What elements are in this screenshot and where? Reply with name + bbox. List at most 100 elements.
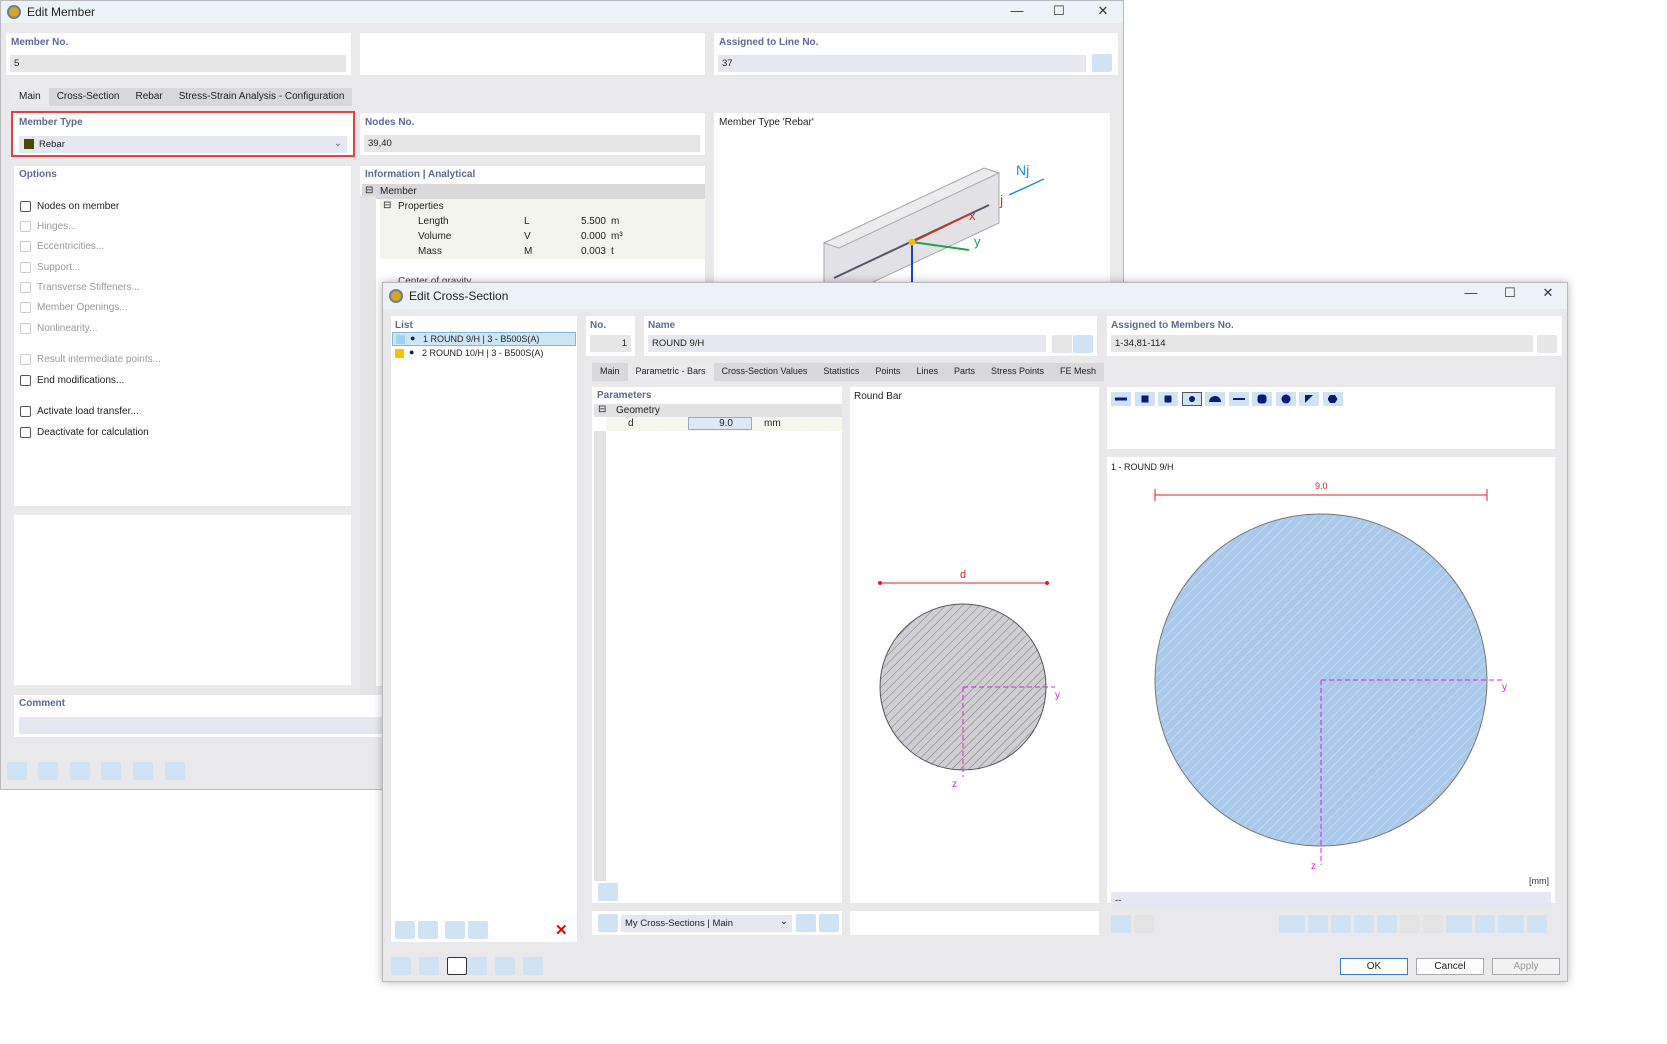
help-icon[interactable] <box>391 957 411 975</box>
assigned-line-field[interactable]: 37 <box>718 55 1086 72</box>
shape-hexagon-icon[interactable] <box>1322 392 1343 406</box>
option-checkbox[interactable]: Hinges... <box>20 221 76 232</box>
member-type-select[interactable]: Rebar ⌄ <box>19 136 347 153</box>
tab-lines[interactable]: Lines <box>908 363 946 381</box>
comment-field[interactable] <box>19 717 384 734</box>
select-pick-icon[interactable] <box>1537 335 1557 353</box>
tab-main[interactable]: Main <box>592 363 628 381</box>
collapse-icon[interactable]: ⊟ <box>598 404 606 415</box>
refresh-icon[interactable] <box>1111 915 1131 933</box>
param-d-input[interactable]: 9.0 <box>688 417 752 430</box>
tab-main[interactable]: Main <box>11 88 49 106</box>
option-checkbox[interactable]: End modifications... <box>20 375 124 386</box>
list-item[interactable]: ● 1 ROUND 9/H | 3 - B500S(A) <box>392 332 576 346</box>
units-icon[interactable] <box>38 762 58 780</box>
delete-icon[interactable]: ✕ <box>555 921 568 939</box>
checkbox-icon[interactable] <box>20 427 31 438</box>
tab-statistics[interactable]: Statistics <box>815 363 867 381</box>
checkbox-icon[interactable] <box>20 406 31 417</box>
favorite-icon[interactable] <box>598 914 618 932</box>
member-no-field[interactable]: 5 <box>10 55 346 72</box>
tab-stress-points[interactable]: Stress Points <box>983 363 1052 381</box>
option-checkbox[interactable]: Nonlinearity... <box>20 323 97 334</box>
tree-properties[interactable]: ⊟ Properties <box>380 199 705 214</box>
apply-button[interactable]: Apply <box>1492 958 1560 975</box>
option-checkbox[interactable]: Eccentricities... <box>20 241 104 252</box>
option-checkbox[interactable]: Result intermediate points... <box>20 354 161 365</box>
section-icon[interactable] <box>1475 915 1495 933</box>
library-icon[interactable] <box>1073 335 1093 353</box>
checkbox-icon[interactable] <box>20 262 31 273</box>
new-section-icon[interactable] <box>395 921 415 939</box>
shape-flat-icon[interactable] <box>1111 392 1131 406</box>
name-field[interactable]: ROUND 9/H <box>648 335 1046 352</box>
minimize-button[interactable]: — <box>997 3 1037 18</box>
option-checkbox[interactable]: Activate load transfer... <box>20 406 139 417</box>
stress-point-icon[interactable] <box>1400 915 1420 933</box>
option-checkbox[interactable]: Deactivate for calculation <box>20 427 149 438</box>
undo-icon[interactable] <box>1134 915 1154 933</box>
info-icon[interactable] <box>598 883 618 901</box>
shape-octagon-icon[interactable] <box>1252 392 1272 406</box>
tab-points[interactable]: Points <box>867 363 908 381</box>
option-checkbox[interactable]: Transverse Stiffeners... <box>20 282 140 293</box>
print-icon[interactable] <box>1498 915 1524 933</box>
close-button[interactable]: ✕ <box>1083 3 1123 19</box>
option-checkbox[interactable]: Nodes on member <box>20 201 119 212</box>
cancel-button[interactable]: Cancel <box>1416 958 1484 975</box>
ok-button[interactable]: OK <box>1340 958 1408 975</box>
reset-view-icon[interactable] <box>1527 915 1547 933</box>
view-icon[interactable] <box>70 762 90 780</box>
collapse-icon[interactable]: ⊟ <box>383 200 391 211</box>
shape-circle-icon[interactable] <box>1275 392 1296 406</box>
view-mode-icon[interactable] <box>1279 915 1305 933</box>
collapse-icon[interactable]: ⊟ <box>365 185 373 196</box>
delete-member-icon[interactable] <box>133 762 153 780</box>
no-field[interactable]: 1 <box>590 335 631 352</box>
edit-name-icon[interactable] <box>1052 335 1072 353</box>
assigned-members-field[interactable]: 1-34,81-114 <box>1111 335 1533 352</box>
info-bar[interactable]: -- <box>1111 892 1551 908</box>
maximize-button[interactable]: ☐ <box>1490 285 1530 301</box>
checkbox-icon[interactable] <box>20 375 31 386</box>
model-icon[interactable] <box>101 762 121 780</box>
tab-parametric-bars[interactable]: Parametric - Bars <box>627 363 714 381</box>
function-icon[interactable] <box>165 762 185 780</box>
shape-half-round-icon[interactable] <box>1205 392 1225 406</box>
tab-rebar[interactable]: Rebar <box>128 88 171 106</box>
function-icon[interactable] <box>523 957 543 975</box>
library-select[interactable]: My Cross-Sections | Main ⌄ <box>621 915 792 932</box>
option-checkbox[interactable]: Support... <box>20 262 80 273</box>
check-all-icon[interactable] <box>468 921 488 939</box>
tab-fe-mesh[interactable]: FE Mesh <box>1052 363 1104 381</box>
check-icon[interactable] <box>445 921 465 939</box>
new-library-icon[interactable] <box>819 914 839 932</box>
list-item[interactable]: ● 2 ROUND 10/H | 3 - B500S(A) <box>392 347 576 361</box>
shear-center-icon[interactable] <box>1377 915 1397 933</box>
checkbox-icon[interactable] <box>20 302 31 313</box>
maximize-button[interactable]: ☐ <box>1039 3 1079 19</box>
units-icon[interactable] <box>419 957 439 975</box>
shape-square-icon[interactable] <box>1134 392 1155 406</box>
axes-icon[interactable] <box>1331 915 1351 933</box>
tab-stress-strain[interactable]: Stress-Strain Analysis - Configuration <box>171 88 353 106</box>
shape-round-icon[interactable] <box>1181 392 1202 406</box>
color-icon[interactable] <box>447 957 467 975</box>
tab-cross-section-values[interactable]: Cross-Section Values <box>714 363 816 381</box>
checkbox-icon[interactable] <box>20 241 31 252</box>
view-icon[interactable] <box>467 957 487 975</box>
option-checkbox[interactable]: Member Openings... <box>20 302 128 313</box>
tab-cross-section[interactable]: Cross-Section <box>49 88 128 106</box>
checkbox-icon[interactable] <box>20 201 31 212</box>
save-to-library-icon[interactable] <box>796 914 816 932</box>
select-pick-icon[interactable] <box>1092 54 1112 72</box>
tab-parts[interactable]: Parts <box>946 363 983 381</box>
shape-triangle-icon[interactable] <box>1299 392 1319 406</box>
model-icon[interactable] <box>495 957 515 975</box>
checkbox-icon[interactable] <box>20 323 31 334</box>
help-icon[interactable] <box>7 762 27 780</box>
checkbox-icon[interactable] <box>20 282 31 293</box>
dimension-icon[interactable] <box>1308 915 1328 933</box>
nodes-field[interactable]: 39,40 <box>364 135 700 152</box>
copy-section-icon[interactable] <box>418 921 438 939</box>
